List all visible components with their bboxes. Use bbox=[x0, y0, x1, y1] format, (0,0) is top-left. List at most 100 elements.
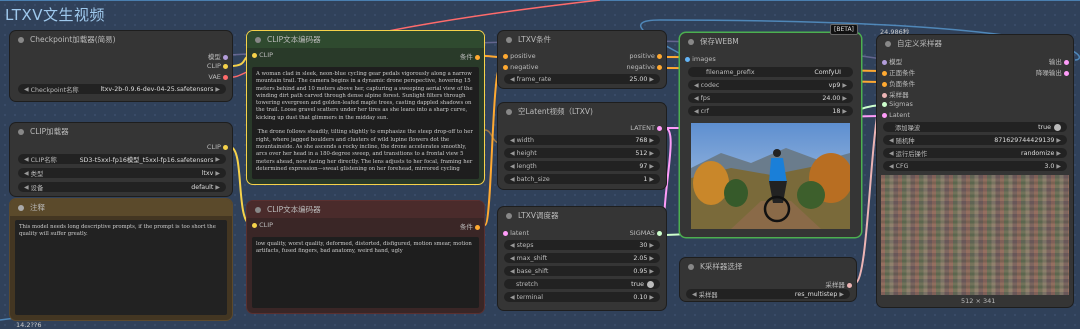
control-after-generate-combo[interactable]: ◀ 运行后操作 randomize ▶ bbox=[883, 148, 1067, 158]
height-widget[interactable]: ◀ height 512 ▶ bbox=[504, 148, 660, 158]
input-clip[interactable]: CLIP bbox=[252, 51, 273, 59]
clip-name-combo[interactable]: ◀ CLIP名称 SD3-t5xxl-fp16模型_t5xxl-fp16.safe… bbox=[18, 154, 226, 164]
toggle-knob-icon bbox=[647, 280, 654, 288]
seed-widget[interactable]: ◀ 随机种 871629744429139 ▶ bbox=[883, 135, 1067, 145]
input-latent[interactable]: Latent bbox=[882, 111, 910, 119]
add-noise-toggle[interactable]: 添加噪波 true bbox=[883, 122, 1067, 132]
steps-widget[interactable]: ◀ steps 30 ▶ bbox=[504, 240, 660, 250]
collapse-dot-icon[interactable] bbox=[506, 36, 512, 43]
custom-sampler-node[interactable]: 自定义采样器 模型 正面条件 负面条件 采样器 Sigmas Latent 输出… bbox=[877, 35, 1073, 307]
output-positive[interactable]: positive bbox=[629, 52, 662, 60]
node-header[interactable]: 保存WEBM bbox=[680, 33, 861, 50]
length-widget[interactable]: ◀ length 97 ▶ bbox=[504, 161, 660, 171]
node-header[interactable]: CLIP文本编码器 bbox=[247, 201, 484, 218]
ltxv-conditioning-node[interactable]: LTXV条件 positive negative positive negati… bbox=[498, 31, 666, 88]
base-shift-widget[interactable]: ◀ base_shift 0.95 ▶ bbox=[504, 266, 660, 276]
collapse-dot-icon[interactable] bbox=[885, 40, 891, 47]
output-conditioning[interactable]: 条件 bbox=[460, 221, 480, 231]
input-negative[interactable]: negative bbox=[503, 63, 539, 71]
collapse-dot-icon[interactable] bbox=[688, 263, 694, 270]
input-clip[interactable]: CLIP bbox=[252, 221, 273, 229]
collapse-dot-icon[interactable] bbox=[506, 212, 512, 219]
collapse-dot-icon[interactable] bbox=[18, 204, 24, 211]
sampler-name-combo[interactable]: ◀ 采样器 res_multistep ▶ bbox=[686, 289, 850, 299]
node-title: 空Latent视频（LTXV) bbox=[518, 107, 593, 116]
input-sampler[interactable]: 采样器 bbox=[882, 89, 909, 99]
node-header[interactable]: CLIP文本编码器 bbox=[247, 31, 484, 48]
negative-prompt-textarea[interactable]: low quality, worst quality, deformed, di… bbox=[252, 237, 479, 308]
clip-text-encode-negative-node[interactable]: CLIP文本编码器 CLIP 条件 low quality, worst qua… bbox=[247, 201, 484, 313]
node-header[interactable]: 注释 bbox=[10, 199, 232, 216]
output-denoised[interactable]: 降噪输出 bbox=[1036, 67, 1069, 77]
node-header[interactable]: K采样器选择 bbox=[680, 258, 856, 275]
output-negative[interactable]: negative bbox=[626, 63, 662, 71]
stretch-toggle[interactable]: stretch true bbox=[504, 279, 660, 289]
empty-latent-video-node[interactable]: 空Latent视频（LTXV) LATENT ◀ width 768 ▶ ◀ he… bbox=[498, 103, 666, 189]
node-header[interactable]: Checkpoint加载器(简易) bbox=[10, 31, 232, 48]
toggle-knob-icon bbox=[1054, 123, 1061, 131]
output-sigmas[interactable]: SIGMAS bbox=[630, 229, 662, 237]
video-preview-image bbox=[691, 123, 850, 229]
node-header[interactable]: LTXV条件 bbox=[498, 31, 666, 48]
node-title: K采样器选择 bbox=[700, 262, 743, 271]
max-shift-widget[interactable]: ◀ max_shift 2.05 ▶ bbox=[504, 253, 660, 263]
batch-size-widget[interactable]: ◀ batch_size 1 ▶ bbox=[504, 174, 660, 184]
collapse-dot-icon[interactable] bbox=[18, 36, 24, 43]
input-positive[interactable]: positive bbox=[503, 52, 536, 60]
output-clip[interactable]: CLIP bbox=[207, 62, 228, 70]
collapse-dot-icon[interactable] bbox=[255, 206, 261, 213]
input-images[interactable]: images bbox=[685, 55, 716, 63]
collapse-dot-icon[interactable] bbox=[688, 38, 694, 45]
save-webm-node[interactable]: 保存WEBM images filename_prefix ComfyUI ◀ c… bbox=[680, 33, 861, 237]
output-latent[interactable]: LATENT bbox=[630, 124, 662, 132]
ckpt-name-combo[interactable]: ◀ Checkpoint名称 ltxv-2b-0.9.6-dev-04-25.sa… bbox=[18, 84, 226, 94]
clip-loader-node[interactable]: CLIP加载器 CLIP ◀ CLIP名称 SD3-t5xxl-fp16模型_t5… bbox=[10, 123, 232, 196]
collapse-dot-icon[interactable] bbox=[18, 128, 24, 135]
fps-widget[interactable]: ◀ fps 24.00 ▶ bbox=[688, 93, 853, 103]
checkpoint-loader-node[interactable]: Checkpoint加载器(简易) 模型 CLIP VAE ◀ Checkpoi… bbox=[10, 31, 232, 101]
node-title: CLIP文本编码器 bbox=[267, 205, 321, 214]
output-model[interactable]: 模型 bbox=[208, 51, 228, 61]
node-header[interactable]: LTXV调度器 bbox=[498, 207, 666, 224]
node-title: CLIP文本编码器 bbox=[267, 35, 321, 44]
output-vae[interactable]: VAE bbox=[208, 73, 228, 81]
clip-device-combo[interactable]: ◀ 设备 default ▶ bbox=[18, 182, 226, 192]
latent-preview-image bbox=[881, 175, 1069, 295]
ltxv-scheduler-node[interactable]: LTXV调度器 latent SIGMAS ◀ steps 30 ▶ ◀ max_… bbox=[498, 207, 666, 310]
collapse-dot-icon[interactable] bbox=[255, 36, 261, 43]
node-title: Checkpoint加载器(简易) bbox=[30, 35, 116, 44]
filename-prefix-widget[interactable]: filename_prefix ComfyUI bbox=[688, 67, 853, 77]
input-positive[interactable]: 正面条件 bbox=[882, 67, 915, 77]
output-conditioning[interactable]: 条件 bbox=[460, 51, 480, 61]
node-header[interactable]: 空Latent视频（LTXV) bbox=[498, 103, 666, 120]
clip-type-combo[interactable]: ◀ 类型 ltxv ▶ bbox=[18, 168, 226, 178]
node-title: LTXV条件 bbox=[518, 35, 551, 44]
crf-widget[interactable]: ◀ crf 18 ▶ bbox=[688, 106, 853, 116]
frame-rate-widget[interactable]: ◀ frame_rate 25.00 ▶ bbox=[504, 74, 660, 84]
arrow-left-icon: ◀ bbox=[24, 85, 29, 93]
node-title: 注释 bbox=[30, 203, 45, 212]
width-widget[interactable]: ◀ width 768 ▶ bbox=[504, 135, 660, 145]
terminal-widget[interactable]: ◀ terminal 0.10 ▶ bbox=[504, 292, 660, 302]
k-sampler-select-node[interactable]: K采样器选择 采样器 ◀ 采样器 res_multistep ▶ bbox=[680, 258, 856, 301]
node-title: 保存WEBM bbox=[700, 37, 739, 46]
collapse-dot-icon[interactable] bbox=[506, 108, 512, 115]
note-textarea[interactable]: This model needs long descriptive prompt… bbox=[15, 220, 227, 315]
cfg-widget[interactable]: ◀ CFG 3.0 ▶ bbox=[883, 161, 1067, 171]
node-header[interactable]: 自定义采样器 bbox=[877, 35, 1073, 52]
input-latent[interactable]: latent bbox=[503, 229, 529, 237]
input-negative[interactable]: 负面条件 bbox=[882, 78, 915, 88]
note-node[interactable]: 注释 This model needs long descriptive pro… bbox=[10, 199, 232, 320]
arrow-right-icon: ▶ bbox=[215, 85, 220, 93]
counter-bottom: 14.2??6 bbox=[16, 321, 42, 329]
node-title: CLIP加载器 bbox=[30, 127, 69, 136]
input-model[interactable]: 模型 bbox=[882, 56, 902, 66]
input-sigmas[interactable]: Sigmas bbox=[882, 100, 913, 108]
output-clip[interactable]: CLIP bbox=[207, 143, 228, 151]
codec-combo[interactable]: ◀ codec vp9 ▶ bbox=[688, 80, 853, 90]
output-sampler[interactable]: 采样器 bbox=[825, 279, 852, 289]
positive-prompt-textarea[interactable]: A woman clad in sleek, neon-blue cycling… bbox=[252, 67, 479, 179]
output-output[interactable]: 输出 bbox=[1049, 56, 1069, 66]
node-header[interactable]: CLIP加载器 bbox=[10, 123, 232, 140]
clip-text-encode-positive-node[interactable]: CLIP文本编码器 CLIP 条件 A woman clad in sleek,… bbox=[247, 31, 484, 184]
